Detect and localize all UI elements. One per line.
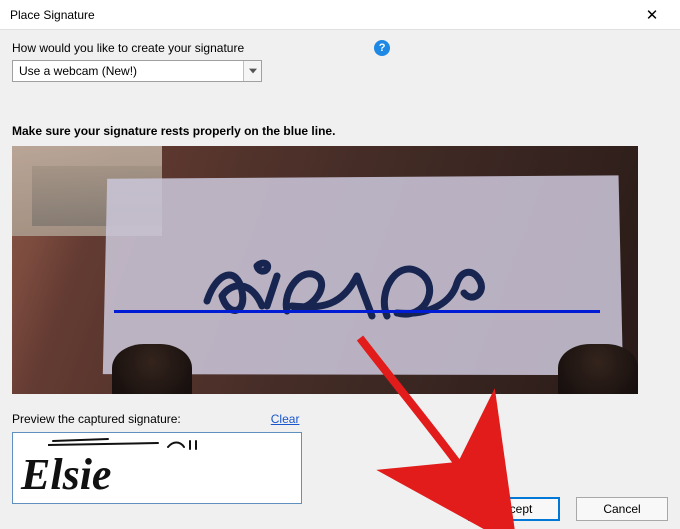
capture-instruction: Make sure your signature rests properly …: [12, 124, 668, 138]
accept-button[interactable]: Accept: [468, 497, 560, 521]
chevron-down-icon: [243, 61, 261, 81]
window-titlebar: Place Signature ✕: [0, 0, 680, 30]
close-icon: ✕: [646, 6, 659, 24]
dialog-footer: Accept Cancel: [468, 497, 668, 521]
preview-label: Preview the captured signature:: [12, 412, 181, 426]
preview-signature-text: Elsie: [21, 453, 111, 497]
window-title: Place Signature: [10, 8, 632, 22]
help-icon[interactable]: ?: [374, 40, 390, 56]
dropdown-selected-value: Use a webcam (New!): [13, 64, 243, 78]
signature-method-dropdown[interactable]: Use a webcam (New!): [12, 60, 262, 82]
clear-link[interactable]: Clear: [271, 412, 300, 426]
cancel-button[interactable]: Cancel: [576, 497, 668, 521]
preview-noise-icon: [48, 437, 208, 453]
webcam-capture-area: [12, 146, 638, 394]
close-button[interactable]: ✕: [632, 1, 672, 29]
method-prompt-label: How would you like to create your signat…: [12, 41, 244, 55]
signature-preview-box: Elsie: [12, 432, 302, 504]
